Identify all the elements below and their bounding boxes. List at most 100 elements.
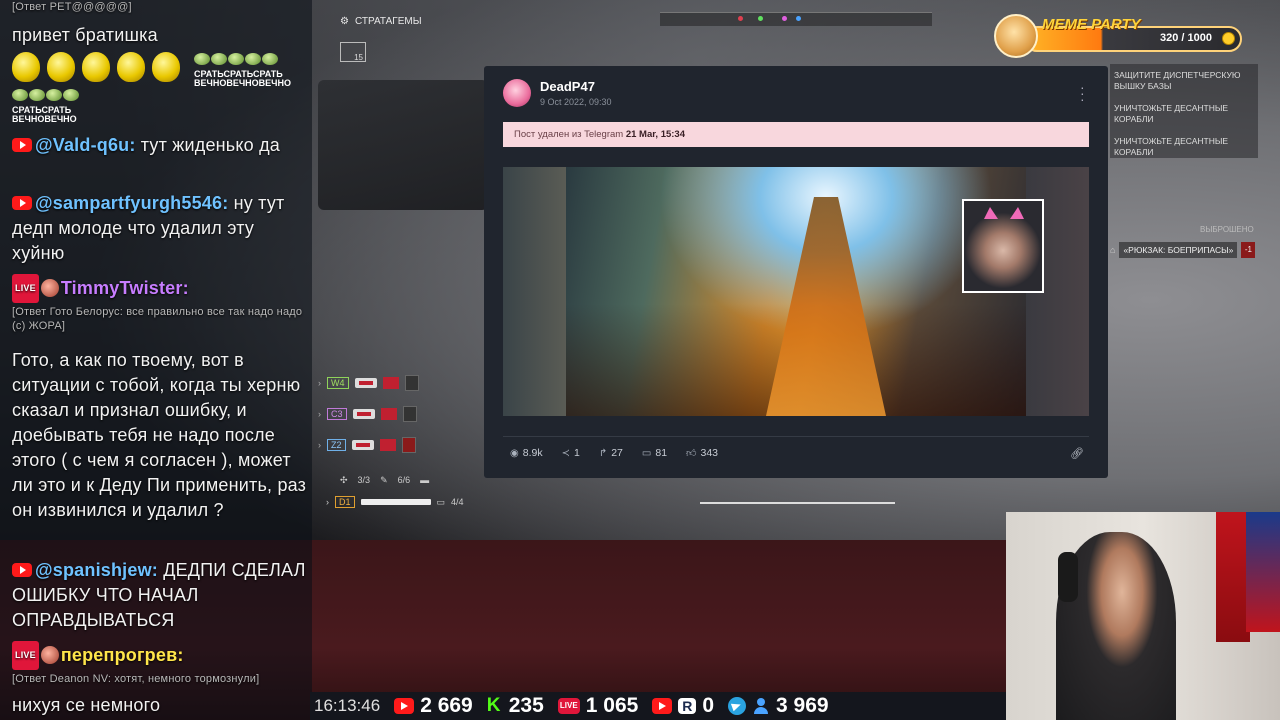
rifle-icon: ▬ bbox=[420, 475, 430, 485]
slot-box-icon bbox=[404, 375, 419, 391]
youtube-viewers: 2 669 bbox=[420, 694, 473, 717]
primary-ammo-bar bbox=[360, 499, 431, 505]
stratagem-code: Z2 bbox=[327, 439, 346, 451]
kick-viewers: 235 bbox=[508, 694, 544, 717]
meme-party-badge: MEME PARTY 320 / 1000 bbox=[994, 14, 1244, 58]
emote-small-icon bbox=[211, 53, 227, 65]
views-stat: ◉ 8.9k bbox=[510, 447, 543, 459]
author-avatar[interactable] bbox=[503, 79, 531, 107]
loadout-hud: › W4 › C3 › Z2 ✣ 3/3 ✎ 6/6 ▬ › D1 ▭ 4/4 bbox=[318, 372, 464, 508]
stratagem-code: C3 bbox=[327, 408, 347, 420]
link-icon[interactable]: 🔗︎ bbox=[1070, 447, 1084, 460]
chat-username[interactable]: TimmyTwister: bbox=[61, 278, 189, 298]
chat-username[interactable]: перепрогрев: bbox=[61, 645, 184, 665]
youtube-icon bbox=[12, 138, 32, 152]
chevron-right-icon: › bbox=[318, 440, 321, 450]
loadout-row: › W4 bbox=[318, 372, 458, 394]
likes-stat[interactable]: 👍︎ 343 bbox=[686, 447, 718, 459]
loadout-row: › C3 bbox=[318, 403, 458, 425]
objective-progress-line bbox=[700, 502, 895, 504]
deleted-notice-text: Пост удален из Telegram bbox=[514, 129, 624, 140]
chat-reply-header: [Ответ PET@@@@@] bbox=[12, 1, 132, 13]
emote-small-icon bbox=[245, 53, 261, 65]
capsule-icon bbox=[352, 409, 375, 419]
rutube-icon: R bbox=[678, 698, 697, 714]
headset-icon bbox=[1058, 552, 1078, 602]
chat-message: @spanishjew: ДЕДПИ СДЕЛАЛ ОШИБКУ ЧТО НАЧ… bbox=[12, 558, 308, 633]
post-media[interactable] bbox=[503, 167, 1089, 416]
chat-reply-header: [Ответ Гото Белорус: все правильно все т… bbox=[12, 306, 303, 332]
grenade-icon: ✣ bbox=[340, 475, 348, 485]
objectives-panel: ЗАЩИТИТЕ ДИСПЕТЧЕРСКУЮ ВЫШКУ БАЗЫ УНИЧТО… bbox=[1110, 64, 1258, 158]
coin-icon bbox=[1222, 32, 1235, 45]
telegram-icon bbox=[728, 697, 747, 715]
cat-ears-headset bbox=[984, 207, 1024, 219]
youtube-icon bbox=[394, 698, 415, 714]
youtube-icon bbox=[652, 698, 673, 714]
post-author[interactable]: DeadP47 bbox=[540, 79, 595, 94]
flag-blue-red bbox=[1246, 512, 1280, 632]
post-stats: ◉ 8.9k ≺ 1 ↱ 27 ▭ 81 👍︎ 343 bbox=[510, 447, 718, 459]
chat-message: привет братишка bbox=[12, 25, 158, 45]
rutube-viewers: 0 bbox=[702, 694, 715, 717]
emote-caption: СРАТЬСРАТЬ ВЕЧНОВЕЧНО bbox=[12, 105, 77, 124]
shares-count: 1 bbox=[573, 447, 580, 459]
pickup-notice: ⌂ «РЮКЗАК: БОЕПРИПАСЫ» -1 bbox=[1110, 240, 1258, 260]
stim-icon: ✎ bbox=[380, 475, 388, 485]
ammo-icon bbox=[380, 408, 397, 420]
emote-icon bbox=[47, 52, 75, 82]
doge-avatar-icon bbox=[994, 14, 1038, 58]
media-blur-left bbox=[503, 167, 566, 416]
emote-strip: СРАТЬСРАТЬСРАТЬ ВЕЧНОВЕЧНОВЕЧНО bbox=[194, 52, 304, 88]
forwards-count: 27 bbox=[611, 447, 623, 459]
chat-username[interactable]: @sampartfyurgh5546: bbox=[35, 193, 228, 213]
clock: 16:13:46 bbox=[314, 696, 381, 715]
chat-message: @sampartfyurgh5546: ну тут дедп молоде ч… bbox=[12, 191, 308, 266]
consumables: ✣ 3/3 ✎ 6/6 ▬ bbox=[340, 475, 429, 486]
share-icon: ≺ bbox=[561, 447, 570, 459]
chat-message: Гото, а как по твоему, вот в ситуации с … bbox=[12, 350, 307, 520]
youtube-icon bbox=[12, 563, 32, 577]
shares-stat[interactable]: ≺ 1 bbox=[562, 447, 580, 459]
ammo-icon bbox=[382, 377, 399, 389]
slot-box-icon bbox=[401, 437, 416, 453]
chevron-right-icon: › bbox=[318, 409, 321, 419]
video-frame-bridge[interactable] bbox=[566, 167, 1026, 416]
youtube-icon bbox=[12, 196, 32, 210]
vehicle-silhouette bbox=[318, 80, 488, 210]
capsule-icon bbox=[354, 378, 377, 388]
kebab-menu-icon[interactable]: · · · bbox=[1080, 80, 1085, 106]
loadout-row: › Z2 bbox=[318, 434, 458, 456]
chat-message: нихуя се немного bbox=[12, 695, 161, 715]
chat-message: LIVE TimmyTwister: bbox=[12, 274, 308, 303]
kick-icon: K bbox=[486, 695, 501, 716]
meme-party-count: 320 / 1000 bbox=[1160, 32, 1212, 44]
objective-item: УНИЧТОЖЬТЕ ДЕСАНТНЫЕ КОРАБЛИ bbox=[1114, 136, 1229, 157]
emote-small-icon bbox=[228, 53, 244, 65]
stream-chat: [Ответ PET@@@@@] привет братишка СРАТЬСР… bbox=[0, 0, 312, 720]
chat-username[interactable]: @Vald-q6u: bbox=[35, 135, 136, 155]
vk-live-icon: LIVE bbox=[557, 698, 580, 714]
emote-caption: СРАТЬСРАТЬСРАТЬ ВЕЧНОВЕЧНОВЕЧНО bbox=[194, 69, 291, 88]
pickup-text: «РЮКЗАК: БОЕПРИПАСЫ» bbox=[1119, 242, 1238, 258]
chat-username[interactable]: @spanishjew: bbox=[35, 560, 158, 580]
stratagems-label: СТРАТАГЕМЫ bbox=[354, 16, 422, 27]
chat-text: тут жиденько да bbox=[140, 135, 280, 155]
forwards-stat[interactable]: ↱ 27 bbox=[599, 447, 623, 459]
magazine-icon: ▭ bbox=[436, 496, 446, 507]
streamer-webcam bbox=[1006, 512, 1280, 720]
stream-stats-bar: 16:13:46 2 669 K 235 LIVE 1 065 R 0 3 96… bbox=[310, 692, 1010, 720]
thumbs-up-icon: 👍︎ bbox=[686, 448, 697, 459]
emote-small-icon bbox=[46, 89, 62, 101]
flag-red bbox=[1216, 512, 1250, 642]
emote-small-icon bbox=[12, 89, 28, 101]
comments-stat[interactable]: ▭ 81 bbox=[642, 447, 667, 459]
primary-weapon: › D1 ▭ 4/4 bbox=[326, 496, 464, 508]
total-viewers: 3 969 bbox=[776, 694, 829, 717]
live-icon: LIVE bbox=[12, 641, 39, 670]
chat-reply-header: [Ответ Deanon NV: хотят, немного тормозн… bbox=[12, 673, 260, 685]
post-date: 9 Oct 2022, 09:30 bbox=[540, 97, 612, 107]
primary-weapon-code: D1 bbox=[335, 496, 355, 508]
emote-small-icon bbox=[262, 53, 278, 65]
avatar bbox=[40, 646, 59, 664]
